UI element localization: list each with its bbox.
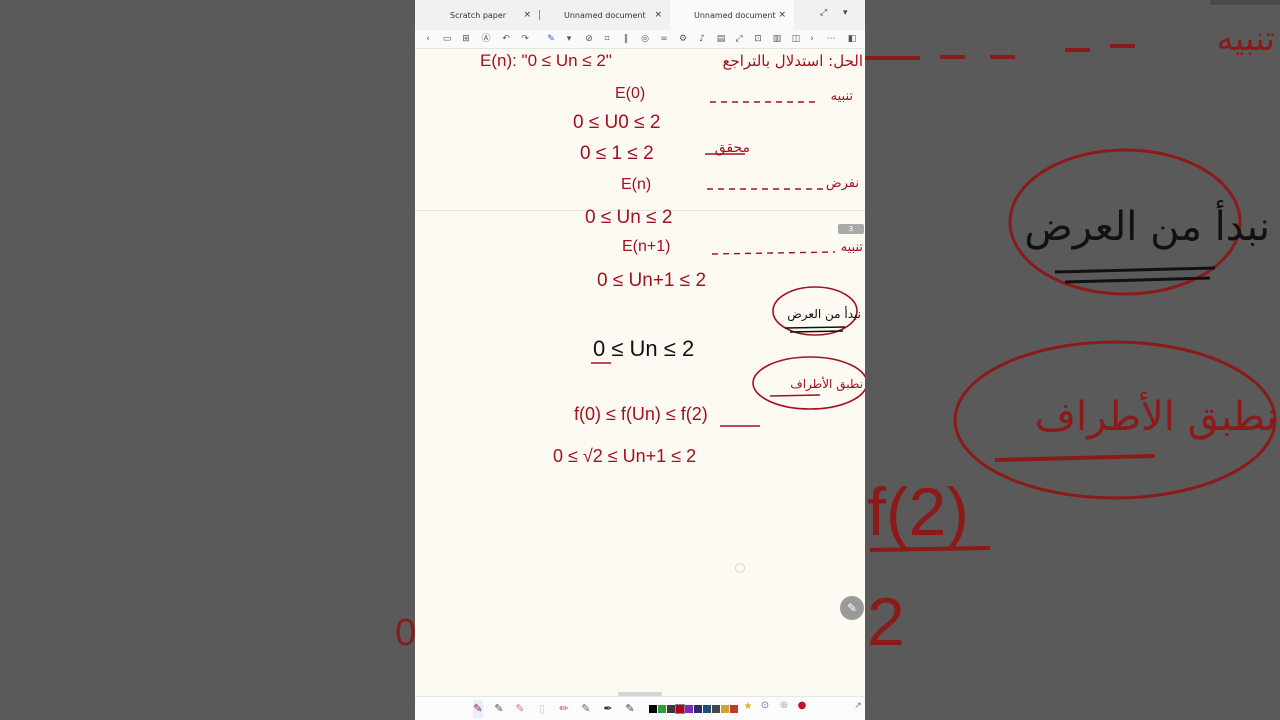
close-icon[interactable]: ×	[523, 10, 531, 20]
handwriting-layer: E(n): "0 ≤ Un ≤ 2" الحل: استدلال بالتراج…	[480, 51, 865, 466]
target-icon[interactable]: ⊙	[758, 700, 772, 711]
zoom-panel-left: 0	[0, 0, 415, 720]
expand-icon[interactable]: ⤢	[820, 8, 827, 18]
cursor-indicator	[735, 563, 745, 573]
zoom-right-top-bar	[1210, 0, 1280, 5]
chevron-down-icon[interactable]: ▾	[843, 8, 848, 18]
main-inequality: 0 ≤ Un ≤ 2	[593, 336, 694, 361]
zoom-left-digit: 0	[395, 612, 415, 654]
scan-icon[interactable]: ▤	[715, 33, 727, 45]
microphone-icon[interactable]: ♪	[696, 33, 708, 45]
color-swatch-purple[interactable]	[685, 705, 693, 713]
next-label: E(n+1)	[622, 238, 670, 255]
next-inequality: 0 ≤ Un+1 ≤ 2	[597, 270, 706, 291]
pencil-icon[interactable]: ✏	[559, 700, 569, 718]
base-inequality: 0 ≤ U0 ≤ 2	[573, 112, 660, 133]
zoom-right-circle2-ar: نطبق الأطراف	[1035, 391, 1278, 440]
marker-icon[interactable]: ✎	[581, 700, 591, 718]
shapes-icon[interactable]: ◎	[639, 33, 651, 45]
back-arrow-icon[interactable]: ‹	[422, 33, 434, 45]
color-swatch-blue[interactable]	[703, 705, 711, 713]
columns-icon[interactable]: ‖	[620, 33, 632, 45]
tab-label: Unnamed document	[564, 10, 646, 20]
editor-toolbar: ‹ ▭ ⊞ Ⓐ ↶ ↷ ✎ ▾ ⊘ ⌗ ‖ ◎ ∞ ⚙ ♪ ▤ ⤢ ⊡ ▥ ◫ …	[415, 30, 865, 49]
pen-toolbar: ✎ ✎ ✎ ▯ ✏ ✎ ✒ ✎ ★ ⊙ ⊕ ● ↗	[415, 696, 865, 720]
redo-icon[interactable]: ↷	[519, 33, 531, 45]
note-canvas[interactable]: 3 E(n): "0 ≤ Un ≤ 2" الحل: استدلال بالتر…	[415, 48, 865, 696]
color-swatch-black[interactable]	[649, 705, 657, 713]
color-swatch-orange-red[interactable]	[730, 705, 738, 713]
circled-note-start-ar: نبدأ من العرض	[787, 306, 861, 322]
highlighter-icon[interactable]: ▾	[563, 33, 575, 45]
base-note-ar: تنبيه	[831, 89, 854, 104]
color-swatch-navy[interactable]	[694, 705, 702, 713]
more-icon[interactable]: ⋯	[825, 33, 837, 45]
tab-label: Unnamed document	[694, 10, 776, 20]
pen-1-icon[interactable]: ✎	[473, 700, 483, 718]
pen-2-icon[interactable]: ✎	[494, 700, 504, 718]
brush-icon[interactable]: ✎	[625, 700, 635, 718]
tab-unnamed-document-1[interactable]: Unnamed document ×	[540, 0, 670, 30]
assume-inequality: 0 ≤ Un ≤ 2	[585, 207, 672, 228]
fountain-pen-icon[interactable]: ✒	[603, 700, 613, 718]
heading-ar: الحل: استدلال بالتراجع	[722, 52, 863, 70]
text-recognize-icon[interactable]: Ⓐ	[480, 33, 492, 45]
add-page-icon[interactable]: ⊡	[752, 33, 764, 45]
zoom-right-two: 2	[867, 584, 905, 660]
eraser-icon[interactable]: ▯	[537, 700, 547, 718]
frame-icon[interactable]: ◫	[790, 33, 802, 45]
lasso-icon[interactable]: ⊘	[583, 33, 595, 45]
favorite-icon[interactable]: ★	[741, 701, 755, 712]
zoom-right-circle1-ar: نبدأ من العرض	[1024, 200, 1270, 250]
settings-icon[interactable]: ⚙	[677, 33, 689, 45]
zoom-left-ink: 0	[395, 612, 415, 654]
crop-icon[interactable]: ⌗	[601, 33, 613, 45]
zoom-right-f2: f(2)	[867, 474, 969, 550]
circled-note-apply-ar: نطبق الأطراف	[790, 376, 863, 392]
statement-text: E(n): "0 ≤ Un ≤ 2"	[480, 51, 612, 70]
next-icon[interactable]: ›	[806, 33, 818, 45]
color-swatch-gold[interactable]	[721, 705, 729, 713]
zoom-right-heading-ar: تنبيه	[1217, 19, 1275, 59]
layout-icon[interactable]: ▥	[771, 33, 783, 45]
pen-3-icon[interactable]: ✎	[515, 700, 525, 718]
grid-icon[interactable]: ⊞	[460, 33, 472, 45]
result-inequality: 0 ≤ √2 ≤ Un+1 ≤ 2	[553, 446, 696, 466]
color-swatch-dark-gray[interactable]	[667, 705, 675, 713]
add-icon[interactable]: ⊕	[777, 700, 791, 711]
apply-inequality: f(0) ≤ f(Un) ≤ f(2)	[574, 404, 708, 424]
split-view-icon[interactable]: ◧	[846, 33, 858, 45]
zoom-panel-right: تنبيه نبدأ من العرض نطبق الأطراف f(2) 2	[865, 0, 1280, 720]
tab-label: Scratch paper	[450, 10, 507, 20]
tab-scratch-paper[interactable]: Scratch paper ×	[415, 0, 539, 30]
color-swatch-red[interactable]	[675, 704, 685, 714]
pen-icon[interactable]: ✎	[545, 33, 557, 45]
notes-app: Scratch paper × Unnamed document × Unnam…	[415, 0, 865, 720]
tab-unnamed-document-2[interactable]: Unnamed document ×	[670, 0, 794, 30]
assume-ar: نفرض	[826, 176, 859, 191]
color-swatch-gray[interactable]	[712, 705, 720, 713]
base-check: 0 ≤ 1 ≤ 2	[580, 143, 654, 164]
link-icon[interactable]: ∞	[658, 33, 670, 45]
next-note-ar: تنبيه	[841, 240, 864, 255]
pen-floating-button[interactable]: ✎	[840, 596, 864, 620]
record-icon[interactable]: ●	[795, 700, 809, 711]
collapse-icon[interactable]: ↗	[851, 701, 865, 711]
base-label: E(0)	[615, 85, 645, 102]
color-swatch-green[interactable]	[658, 705, 666, 713]
tab-bar: Scratch paper × Unnamed document × Unnam…	[415, 0, 865, 30]
zoom-right-ink: تنبيه نبدأ من العرض نطبق الأطراف f(2) 2	[865, 19, 1278, 660]
fullscreen-icon[interactable]: ⤢	[733, 33, 745, 45]
assume-label: E(n)	[621, 176, 651, 193]
close-icon[interactable]: ×	[778, 10, 786, 20]
sidebar-icon[interactable]: ▭	[441, 33, 453, 45]
close-icon[interactable]: ×	[654, 10, 662, 20]
undo-icon[interactable]: ↶	[500, 33, 512, 45]
